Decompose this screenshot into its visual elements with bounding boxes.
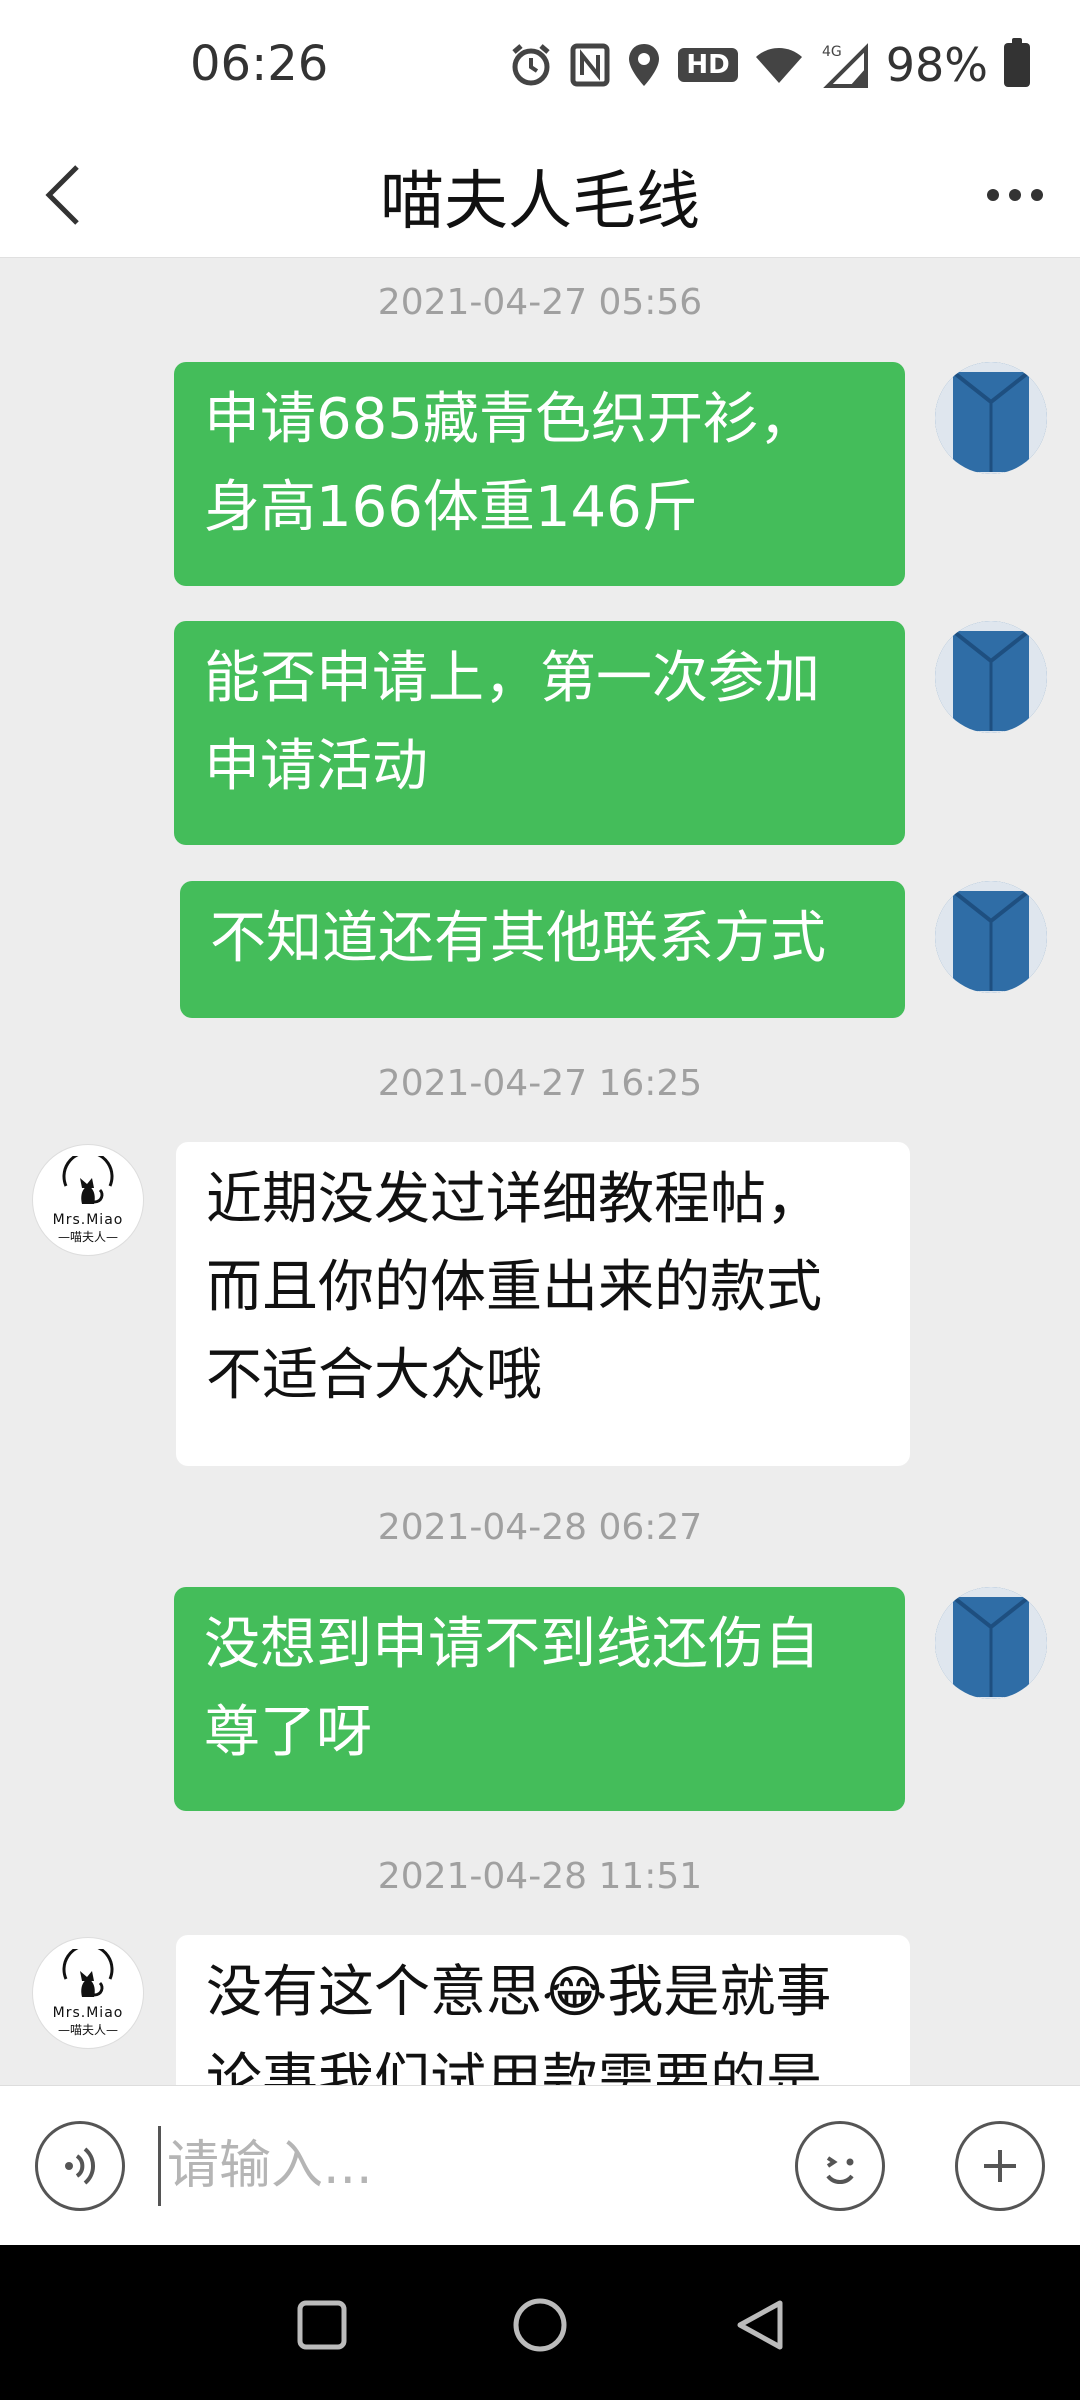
nav-back-button[interactable] bbox=[725, 2290, 795, 2360]
message-bubble-sent[interactable]: 申请685藏青色织开衫， 身高166体重146斤 bbox=[174, 362, 905, 586]
message-line: 没想到申请不到线还伤自 bbox=[204, 1612, 820, 1677]
cat-logo-icon bbox=[62, 1155, 114, 1204]
more-button[interactable] bbox=[980, 170, 1050, 220]
message-list[interactable]: 2021-04-27 05:56 申请685藏青色织开衫， 身高166体重146… bbox=[0, 259, 1080, 2085]
user-avatar[interactable] bbox=[935, 621, 1047, 733]
plus-button[interactable] bbox=[955, 2121, 1045, 2211]
svg-text:4G: 4G bbox=[822, 44, 842, 60]
message-line: 尊了呀 bbox=[204, 1700, 372, 1765]
message-line: 不知道还有其他联系方式 bbox=[210, 906, 826, 971]
nav-recent-button[interactable] bbox=[287, 2290, 357, 2360]
message-input[interactable] bbox=[158, 2126, 758, 2206]
shop-avatar[interactable]: Mrs.Miao —喵夫人— bbox=[32, 1937, 144, 2049]
user-avatar[interactable] bbox=[935, 1587, 1047, 1699]
timestamp: 2021-04-27 05:56 bbox=[377, 282, 703, 323]
nav-recent-icon bbox=[297, 2300, 347, 2350]
battery-level: 98% bbox=[885, 38, 988, 92]
more-icon bbox=[987, 189, 1043, 201]
location-icon bbox=[626, 42, 662, 88]
status-icons: HD 4G 98% bbox=[508, 38, 1030, 92]
emoji-icon bbox=[826, 2156, 854, 2184]
message-line: 没有这个意思😂我是就事 bbox=[206, 1960, 832, 2025]
timestamp: 2021-04-28 11:51 bbox=[377, 1856, 703, 1897]
user-avatar[interactable] bbox=[935, 362, 1047, 474]
nfc-icon bbox=[570, 43, 610, 87]
nav-back-icon bbox=[737, 2300, 783, 2350]
message-bubble-sent[interactable]: 没想到申请不到线还伤自 尊了呀 bbox=[174, 1587, 905, 1811]
shop-avatar-line1: Mrs.Miao bbox=[52, 1211, 124, 1228]
user-avatar[interactable] bbox=[935, 881, 1047, 993]
plus-icon bbox=[984, 2150, 1016, 2182]
chat-header: 喵夫人毛线 bbox=[0, 130, 1080, 258]
battery-icon bbox=[1004, 38, 1030, 87]
message-line: 论事我们试用款需要的是 bbox=[206, 2048, 822, 2085]
signal-icon: 4G bbox=[820, 42, 870, 88]
message-line: 不适合大众哦 bbox=[206, 1343, 542, 1408]
status-bar: 06:26 HD 4G 98% bbox=[0, 0, 1080, 130]
timestamp: 2021-04-28 06:27 bbox=[377, 1507, 703, 1548]
message-bubble-received[interactable]: 没有这个意思😂我是就事 论事我们试用款需要的是 bbox=[176, 1935, 910, 2085]
message-bubble-sent[interactable]: 不知道还有其他联系方式 bbox=[180, 881, 905, 1018]
shop-avatar-line2: —喵夫人— bbox=[57, 1229, 118, 1244]
emoji-button[interactable] bbox=[795, 2121, 885, 2211]
shop-avatar[interactable]: Mrs.Miao —喵夫人— bbox=[32, 1144, 144, 1256]
message-bubble-received[interactable]: 近期没发过详细教程帖， 而且你的体重出来的款式 不适合大众哦 bbox=[176, 1142, 910, 1466]
hd-badge: HD bbox=[678, 48, 738, 82]
timestamp: 2021-04-27 16:25 bbox=[377, 1063, 703, 1104]
message-line: 能否申请上，第一次参加 bbox=[204, 646, 820, 711]
alarm-icon bbox=[508, 42, 554, 88]
message-line: 身高166体重146斤 bbox=[204, 475, 698, 540]
message-line: 申请活动 bbox=[204, 734, 428, 799]
message-bubble-sent[interactable]: 能否申请上，第一次参加 申请活动 bbox=[174, 621, 905, 845]
nav-home-button[interactable] bbox=[505, 2290, 575, 2360]
system-nav-bar bbox=[0, 2245, 1080, 2400]
message-line: 而且你的体重出来的款式 bbox=[206, 1255, 822, 1320]
wifi-icon bbox=[754, 45, 804, 85]
input-bar bbox=[0, 2085, 1080, 2245]
voice-button[interactable] bbox=[35, 2121, 125, 2211]
status-time: 06:26 bbox=[190, 36, 329, 92]
chat-title: 喵夫人毛线 bbox=[380, 165, 700, 239]
shop-avatar-line1: Mrs.Miao bbox=[52, 2004, 124, 2021]
message-line: 申请685藏青色织开衫， bbox=[204, 387, 815, 452]
shop-avatar-line2: —喵夫人— bbox=[57, 2022, 118, 2037]
nav-home-icon bbox=[513, 2298, 567, 2352]
cat-logo-icon bbox=[62, 1948, 114, 1997]
voice-icon bbox=[65, 2147, 96, 2185]
message-line: 近期没发过详细教程帖， bbox=[206, 1167, 822, 1232]
